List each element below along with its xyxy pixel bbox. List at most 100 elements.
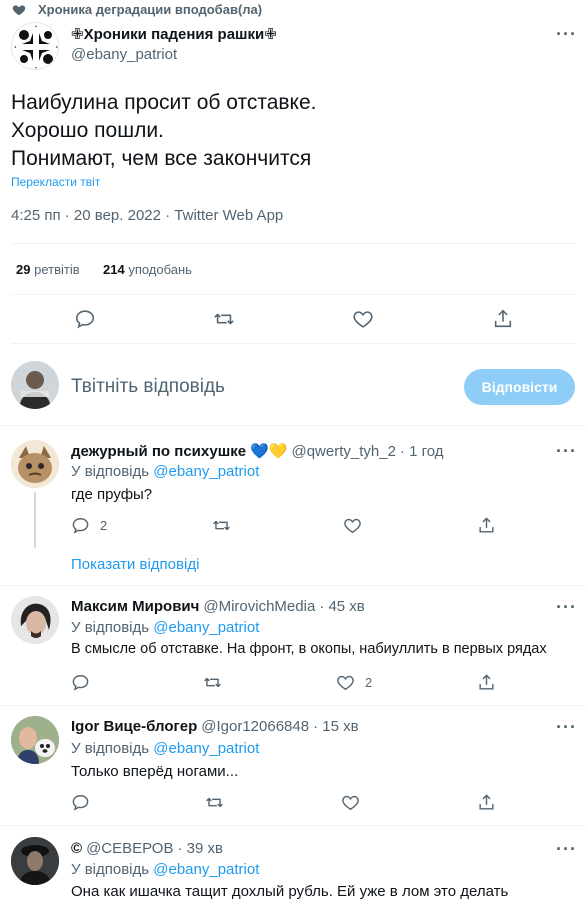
replying-to: У відповідь @ebany_patriot (71, 463, 259, 480)
divider (11, 243, 576, 244)
retweet-action[interactable] (212, 516, 241, 535)
retweets-count: 29 (16, 262, 31, 277)
thread-line (34, 492, 36, 548)
reply-text: Только вперёд ногами... (71, 763, 239, 780)
reply-display-name[interactable]: Максим Мирович (71, 598, 199, 615)
retweet-action[interactable] (205, 793, 234, 812)
reply-compose-input[interactable]: Твітніть відповідь (71, 376, 225, 398)
share-icon (477, 793, 496, 812)
reply-submit-button[interactable]: Відповісти (464, 369, 575, 405)
share-action[interactable] (477, 793, 496, 812)
replying-to-handle[interactable]: @ebany_patriot (153, 463, 259, 480)
divider (0, 705, 586, 706)
reply-header: дежурный по психушке 💙💛 @qwerty_tyh_2 · … (71, 442, 444, 461)
likes-stat[interactable]: 214 уподобань (103, 262, 192, 277)
retweet-icon (212, 516, 231, 535)
like-icon (336, 673, 355, 692)
author-handle[interactable]: @ebany_patriot (71, 46, 177, 63)
like-icon (341, 793, 360, 812)
tweet-text: Наибулина просит об отставке. Хорошо пош… (11, 89, 316, 173)
replying-to-handle[interactable]: @ebany_patriot (153, 740, 259, 757)
tweet-text-line: Хорошо пошли. (11, 119, 164, 142)
reply-time[interactable]: · 15 хв (313, 718, 358, 735)
likes-count: 214 (103, 262, 125, 277)
reply-text: Она как ишачка тащит дохлый рубль. Ей уж… (71, 883, 509, 900)
divider (11, 294, 576, 295)
reply-handle[interactable]: @MirovichMedia (203, 598, 315, 615)
reply-icon[interactable] (74, 308, 96, 330)
retweet-icon (203, 673, 222, 692)
reply-action[interactable]: 2 (71, 516, 107, 535)
replying-to-prefix: У відповідь (71, 619, 150, 636)
reply-icon (71, 673, 90, 692)
likes-label: уподобань (128, 262, 192, 277)
like-count: 2 (365, 675, 373, 690)
reply-time[interactable]: · 45 хв (319, 598, 364, 615)
retweets-stat[interactable]: 29 ретвітів (16, 262, 80, 277)
reply-emoji: 💙💛 (250, 443, 288, 460)
tweet-text-line: Наибулина просит об отставке. (11, 91, 317, 114)
replying-to: У відповідь @ebany_patriot (71, 740, 259, 757)
replying-to: У відповідь @ebany_patriot (71, 861, 259, 878)
divider (0, 425, 586, 426)
like-action[interactable] (343, 516, 372, 535)
reply-action[interactable] (71, 673, 100, 692)
like-icon (343, 516, 362, 535)
more-icon[interactable]: ··· (556, 24, 577, 45)
retweet-action[interactable] (203, 673, 232, 692)
reply-avatar[interactable] (11, 837, 59, 885)
share-icon[interactable] (492, 308, 514, 330)
retweet-icon (205, 793, 224, 812)
reply-avatar[interactable] (11, 440, 59, 488)
translate-link[interactable]: Перекласти твіт (11, 175, 100, 189)
replying-to-prefix: У відповідь (71, 861, 150, 878)
reply-icon (71, 793, 90, 812)
social-context-text[interactable]: Хроника деградации вподобав(ла) (38, 2, 262, 17)
reply-handle[interactable]: @qwerty_tyh_2 (291, 443, 395, 460)
reply-handle[interactable]: @Igor12066848 (201, 718, 309, 735)
more-icon[interactable]: ··· (556, 597, 577, 618)
like-action[interactable] (341, 793, 370, 812)
reply-action[interactable] (71, 793, 100, 812)
author-display-name[interactable]: ✙Хроники падения рашки✙ (71, 25, 277, 43)
replying-to: У відповідь @ebany_patriot (71, 619, 259, 636)
reply-time[interactable]: · 1 год (400, 443, 444, 460)
reply-header: Igor Вице-блогер @Igor12066848 · 15 хв (71, 718, 359, 735)
heart-icon (12, 3, 26, 17)
tweet-timestamp[interactable]: 4:25 пп · 20 вер. 2022 · Twitter Web App (11, 207, 283, 224)
reply-display-name[interactable]: Igor Вице-блогер (71, 718, 197, 735)
divider (0, 825, 586, 826)
reply-icon (71, 516, 90, 535)
tweet-text-line: Понимают, чем все закончится (11, 147, 312, 170)
retweets-label: ретвітів (34, 262, 80, 277)
user-avatar[interactable] (11, 361, 59, 409)
reply-display-name[interactable]: дежурный по психушке (71, 443, 246, 460)
replying-to-handle[interactable]: @ebany_patriot (153, 619, 259, 636)
divider (11, 343, 576, 344)
reply-avatar[interactable] (11, 716, 59, 764)
reply-handle[interactable]: @СЕВЕРОВ (86, 840, 173, 857)
more-icon[interactable]: ··· (556, 441, 577, 462)
reply-display-name[interactable]: © (71, 840, 82, 857)
share-icon (477, 673, 496, 692)
reply-avatar[interactable] (11, 596, 59, 644)
like-action[interactable]: 2 (336, 673, 372, 692)
author-avatar[interactable] (11, 22, 59, 70)
reply-count: 2 (100, 518, 108, 533)
replying-to-handle[interactable]: @ebany_patriot (153, 861, 259, 878)
more-icon[interactable]: ··· (556, 839, 577, 860)
share-action[interactable] (477, 673, 496, 692)
share-action[interactable] (477, 516, 496, 535)
replying-to-prefix: У відповідь (71, 740, 150, 757)
more-icon[interactable]: ··· (556, 717, 577, 738)
show-replies-link[interactable]: Показати відповіді (71, 556, 199, 573)
reply-header: Максим Мирович @MirovichMedia · 45 хв (71, 598, 365, 615)
replying-to-prefix: У відповідь (71, 463, 150, 480)
like-icon[interactable] (352, 308, 374, 330)
reply-text: где пруфы? (71, 486, 153, 503)
share-icon (477, 516, 496, 535)
reply-time[interactable]: · 39 хв (177, 840, 222, 857)
divider (0, 585, 586, 586)
retweet-icon[interactable] (213, 308, 235, 330)
reply-header: © @СЕВЕРОВ · 39 хв (71, 840, 223, 857)
